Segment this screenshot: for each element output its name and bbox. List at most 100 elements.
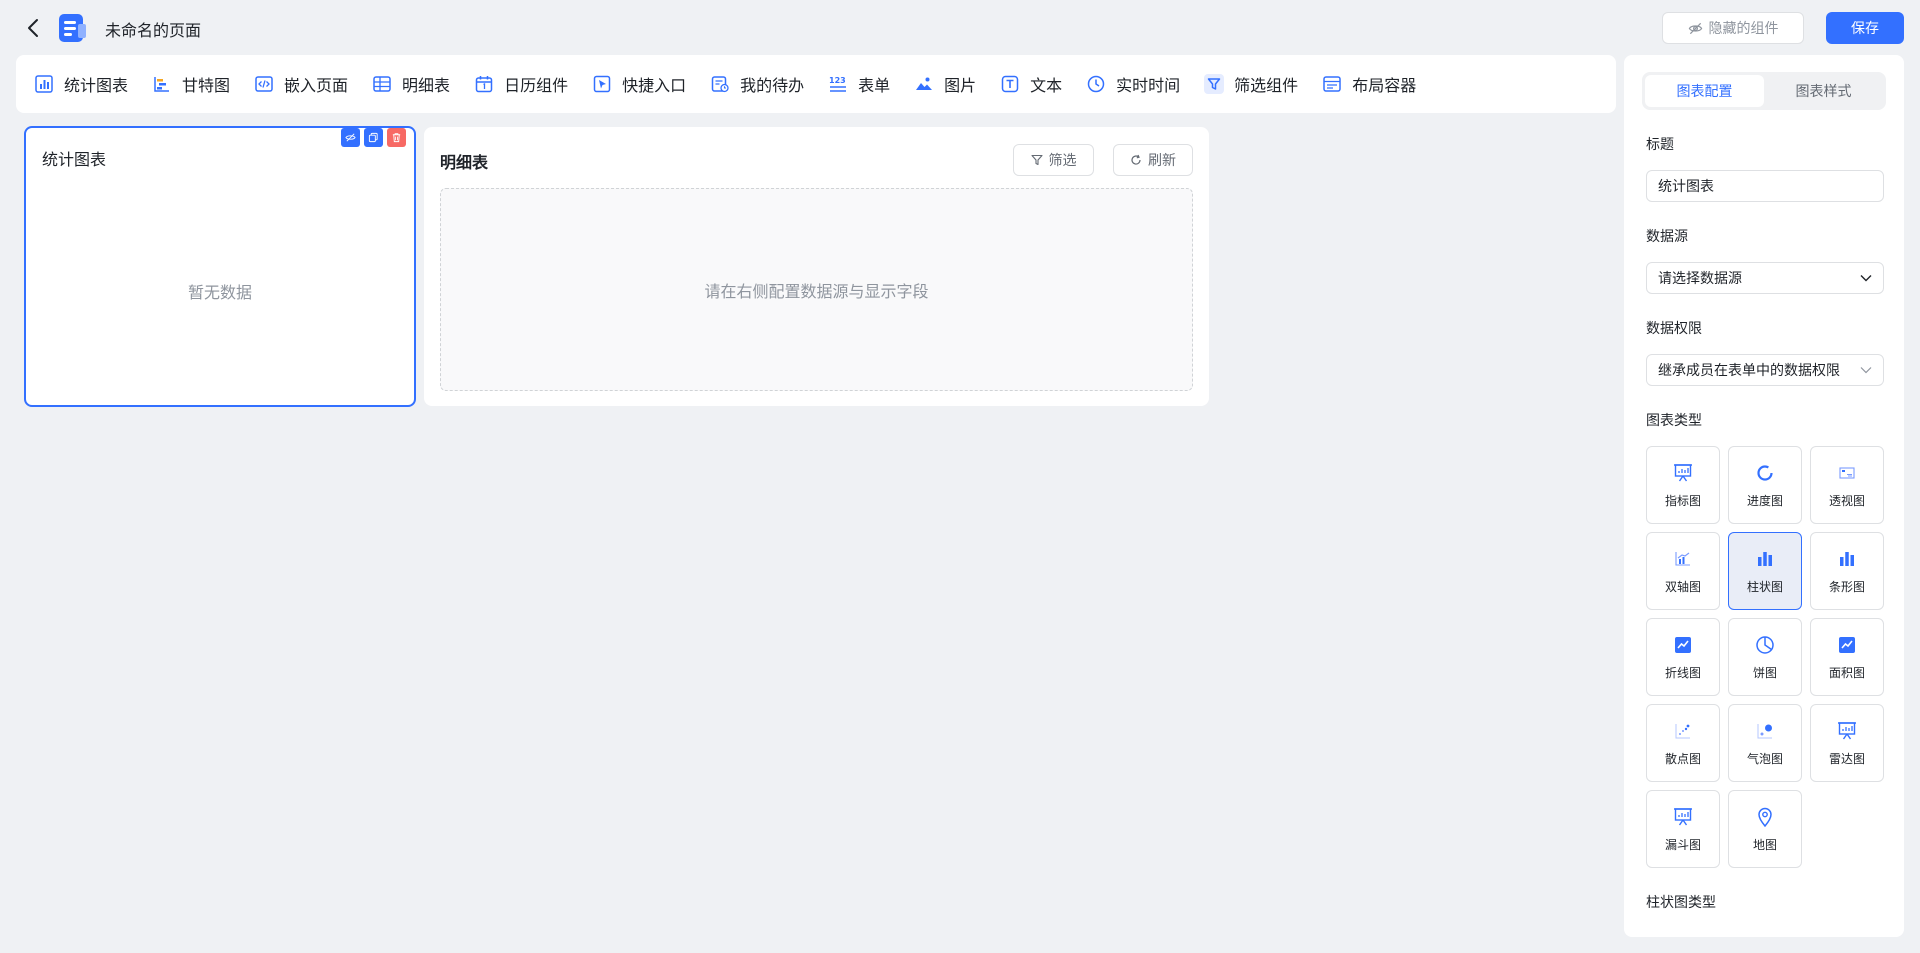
chart-type-dual-axis[interactable]: 双轴图 — [1646, 532, 1720, 610]
tool-calendar[interactable]: 日历组件 — [474, 72, 568, 96]
layout-container-icon — [1323, 76, 1341, 92]
tool-my-todo[interactable]: 我的待办 — [710, 72, 804, 96]
tool-embed-page[interactable]: 嵌入页面 — [254, 72, 348, 96]
chart-type-label: 折线图 — [1664, 665, 1701, 680]
tool-realtime[interactable]: 实时时间 — [1086, 72, 1180, 96]
tool-form[interactable]: 123 表单 — [828, 72, 890, 96]
progress-ring-icon — [1757, 464, 1773, 481]
delete-component-button[interactable] — [387, 128, 406, 147]
chart-type-bar[interactable]: 条形图 — [1810, 532, 1884, 610]
tool-label: 日历组件 — [504, 76, 569, 95]
title-field[interactable] — [1646, 170, 1884, 202]
filter-label: 筛选 — [1048, 153, 1077, 169]
title-input[interactable] — [1658, 178, 1872, 194]
map-pin-icon — [1758, 807, 1772, 827]
chart-type-label: 指标图 — [1664, 493, 1701, 508]
chart-type-kpi[interactable]: 指标图 — [1646, 446, 1720, 524]
stat-chart-card[interactable]: 统计图表 暂无数据 — [24, 126, 416, 407]
chevron-left-icon — [28, 19, 38, 37]
tool-label: 布局容器 — [1352, 76, 1417, 95]
permission-value: 继承成员在表单中的数据权限 — [1658, 363, 1840, 379]
chart-type-label: 柱状图 — [1746, 579, 1783, 594]
chart-type-line[interactable]: 折线图 — [1646, 618, 1720, 696]
trash-icon — [392, 133, 401, 143]
area-chart-icon — [1839, 636, 1855, 653]
title-label: 标题 — [1646, 137, 1674, 153]
tool-label: 统计图表 — [64, 76, 129, 95]
tool-gantt[interactable]: 甘特图 — [152, 72, 230, 96]
datasource-value: 请选择数据源 — [1658, 271, 1742, 287]
bar-type-label: 柱状图类型 — [1646, 895, 1716, 911]
bar-chart-icon — [1840, 551, 1854, 566]
back-button[interactable] — [22, 16, 44, 40]
tool-text[interactable]: 文本 — [1000, 72, 1062, 96]
chevron-down-icon — [1860, 367, 1872, 374]
permission-select[interactable]: 继承成员在表单中的数据权限 — [1646, 354, 1884, 386]
tool-filter[interactable]: 筛选组件 — [1204, 72, 1298, 96]
tool-label: 我的待办 — [740, 76, 805, 95]
config-panel: 图表配置 图表样式 标题 数据源 请选择数据源 数据权限 继承成员在表单中的数据… — [1624, 55, 1904, 937]
card-actions — [341, 128, 406, 147]
hidden-components-button[interactable]: 隐藏的组件 — [1662, 12, 1804, 44]
tab-chart-style[interactable]: 图表样式 — [1764, 75, 1883, 107]
todo-icon — [711, 76, 729, 93]
text-icon — [1001, 75, 1019, 93]
column-chart-icon — [1758, 551, 1772, 566]
presentation-chart-icon — [1674, 463, 1692, 481]
line-chart-icon — [1675, 636, 1691, 653]
chart-type-column[interactable]: 柱状图 — [1728, 532, 1802, 610]
chart-type-scatter[interactable]: 散点图 — [1646, 704, 1720, 782]
chart-type-bubble[interactable]: 气泡图 — [1728, 704, 1802, 782]
filter-button[interactable]: 筛选 — [1013, 144, 1094, 176]
radar-chart-icon — [1838, 721, 1856, 739]
chart-type-label: 饼图 — [1752, 665, 1777, 680]
chart-type-pivot[interactable]: 透视图 — [1810, 446, 1884, 524]
tool-image[interactable]: 图片 — [914, 72, 976, 96]
filter-icon — [1204, 74, 1225, 94]
refresh-button[interactable]: 刷新 — [1113, 144, 1193, 176]
chart-type-map[interactable]: 地图 — [1728, 790, 1802, 868]
table-icon — [373, 76, 391, 92]
chart-type-area[interactable]: 面积图 — [1810, 618, 1884, 696]
save-button[interactable]: 保存 — [1826, 12, 1904, 44]
tool-label: 筛选组件 — [1234, 76, 1299, 95]
tool-shortcut[interactable]: 快捷入口 — [592, 72, 686, 96]
chart-type-radar[interactable]: 雷达图 — [1810, 704, 1884, 782]
tool-label: 表单 — [858, 76, 891, 95]
chart-type-funnel[interactable]: 漏斗图 — [1646, 790, 1720, 868]
chart-type-label: 透视图 — [1828, 493, 1865, 508]
tool-label: 快捷入口 — [622, 76, 687, 95]
copy-component-button[interactable] — [364, 128, 383, 147]
chart-type-label: 进度图 — [1746, 493, 1783, 508]
tool-detail-table[interactable]: 明细表 — [372, 72, 450, 96]
chart-type-pie[interactable]: 饼图 — [1728, 618, 1802, 696]
svg-text:123: 123 — [829, 76, 846, 85]
tool-label: 图片 — [944, 76, 977, 95]
filter-icon — [1030, 154, 1043, 166]
tool-layout-container[interactable]: 布局容器 — [1322, 72, 1416, 96]
funnel-chart-icon — [1674, 807, 1692, 825]
hide-component-button[interactable] — [341, 128, 360, 147]
permission-label: 数据权限 — [1646, 321, 1702, 337]
chart-type-label: 面积图 — [1828, 665, 1865, 680]
datasource-label: 数据源 — [1646, 229, 1688, 245]
embed-code-icon — [255, 76, 273, 92]
top-bar: 未命名的页面 隐藏的组件 保存 — [0, 0, 1920, 55]
tab-chart-config[interactable]: 图表配置 — [1645, 75, 1764, 107]
detail-table-card[interactable]: 明细表 筛选 刷新 请在右侧配置数据源与显示字段 — [424, 127, 1209, 406]
refresh-icon — [1131, 154, 1141, 165]
chart-type-label: 双轴图 — [1664, 579, 1701, 594]
bar-chart-icon — [35, 75, 53, 93]
datasource-select[interactable]: 请选择数据源 — [1646, 262, 1884, 294]
table-placeholder: 请在右侧配置数据源与显示字段 — [440, 188, 1193, 391]
page-title[interactable]: 未命名的页面 — [105, 17, 201, 41]
shortcut-icon — [593, 75, 611, 93]
form-123-icon: 123 — [829, 76, 847, 92]
eye-off-icon — [1688, 22, 1702, 34]
chart-type-label: 图表类型 — [1646, 413, 1702, 429]
tool-stat-chart[interactable]: 统计图表 — [34, 72, 128, 96]
chart-type-label: 散点图 — [1664, 751, 1701, 766]
chart-type-progress[interactable]: 进度图 — [1728, 446, 1802, 524]
page-logo-icon — [59, 14, 86, 42]
component-toolbar: 统计图表 甘特图 嵌入页面 明细表 日历组件 快捷入口 我的待办 123 表单 … — [16, 55, 1616, 113]
